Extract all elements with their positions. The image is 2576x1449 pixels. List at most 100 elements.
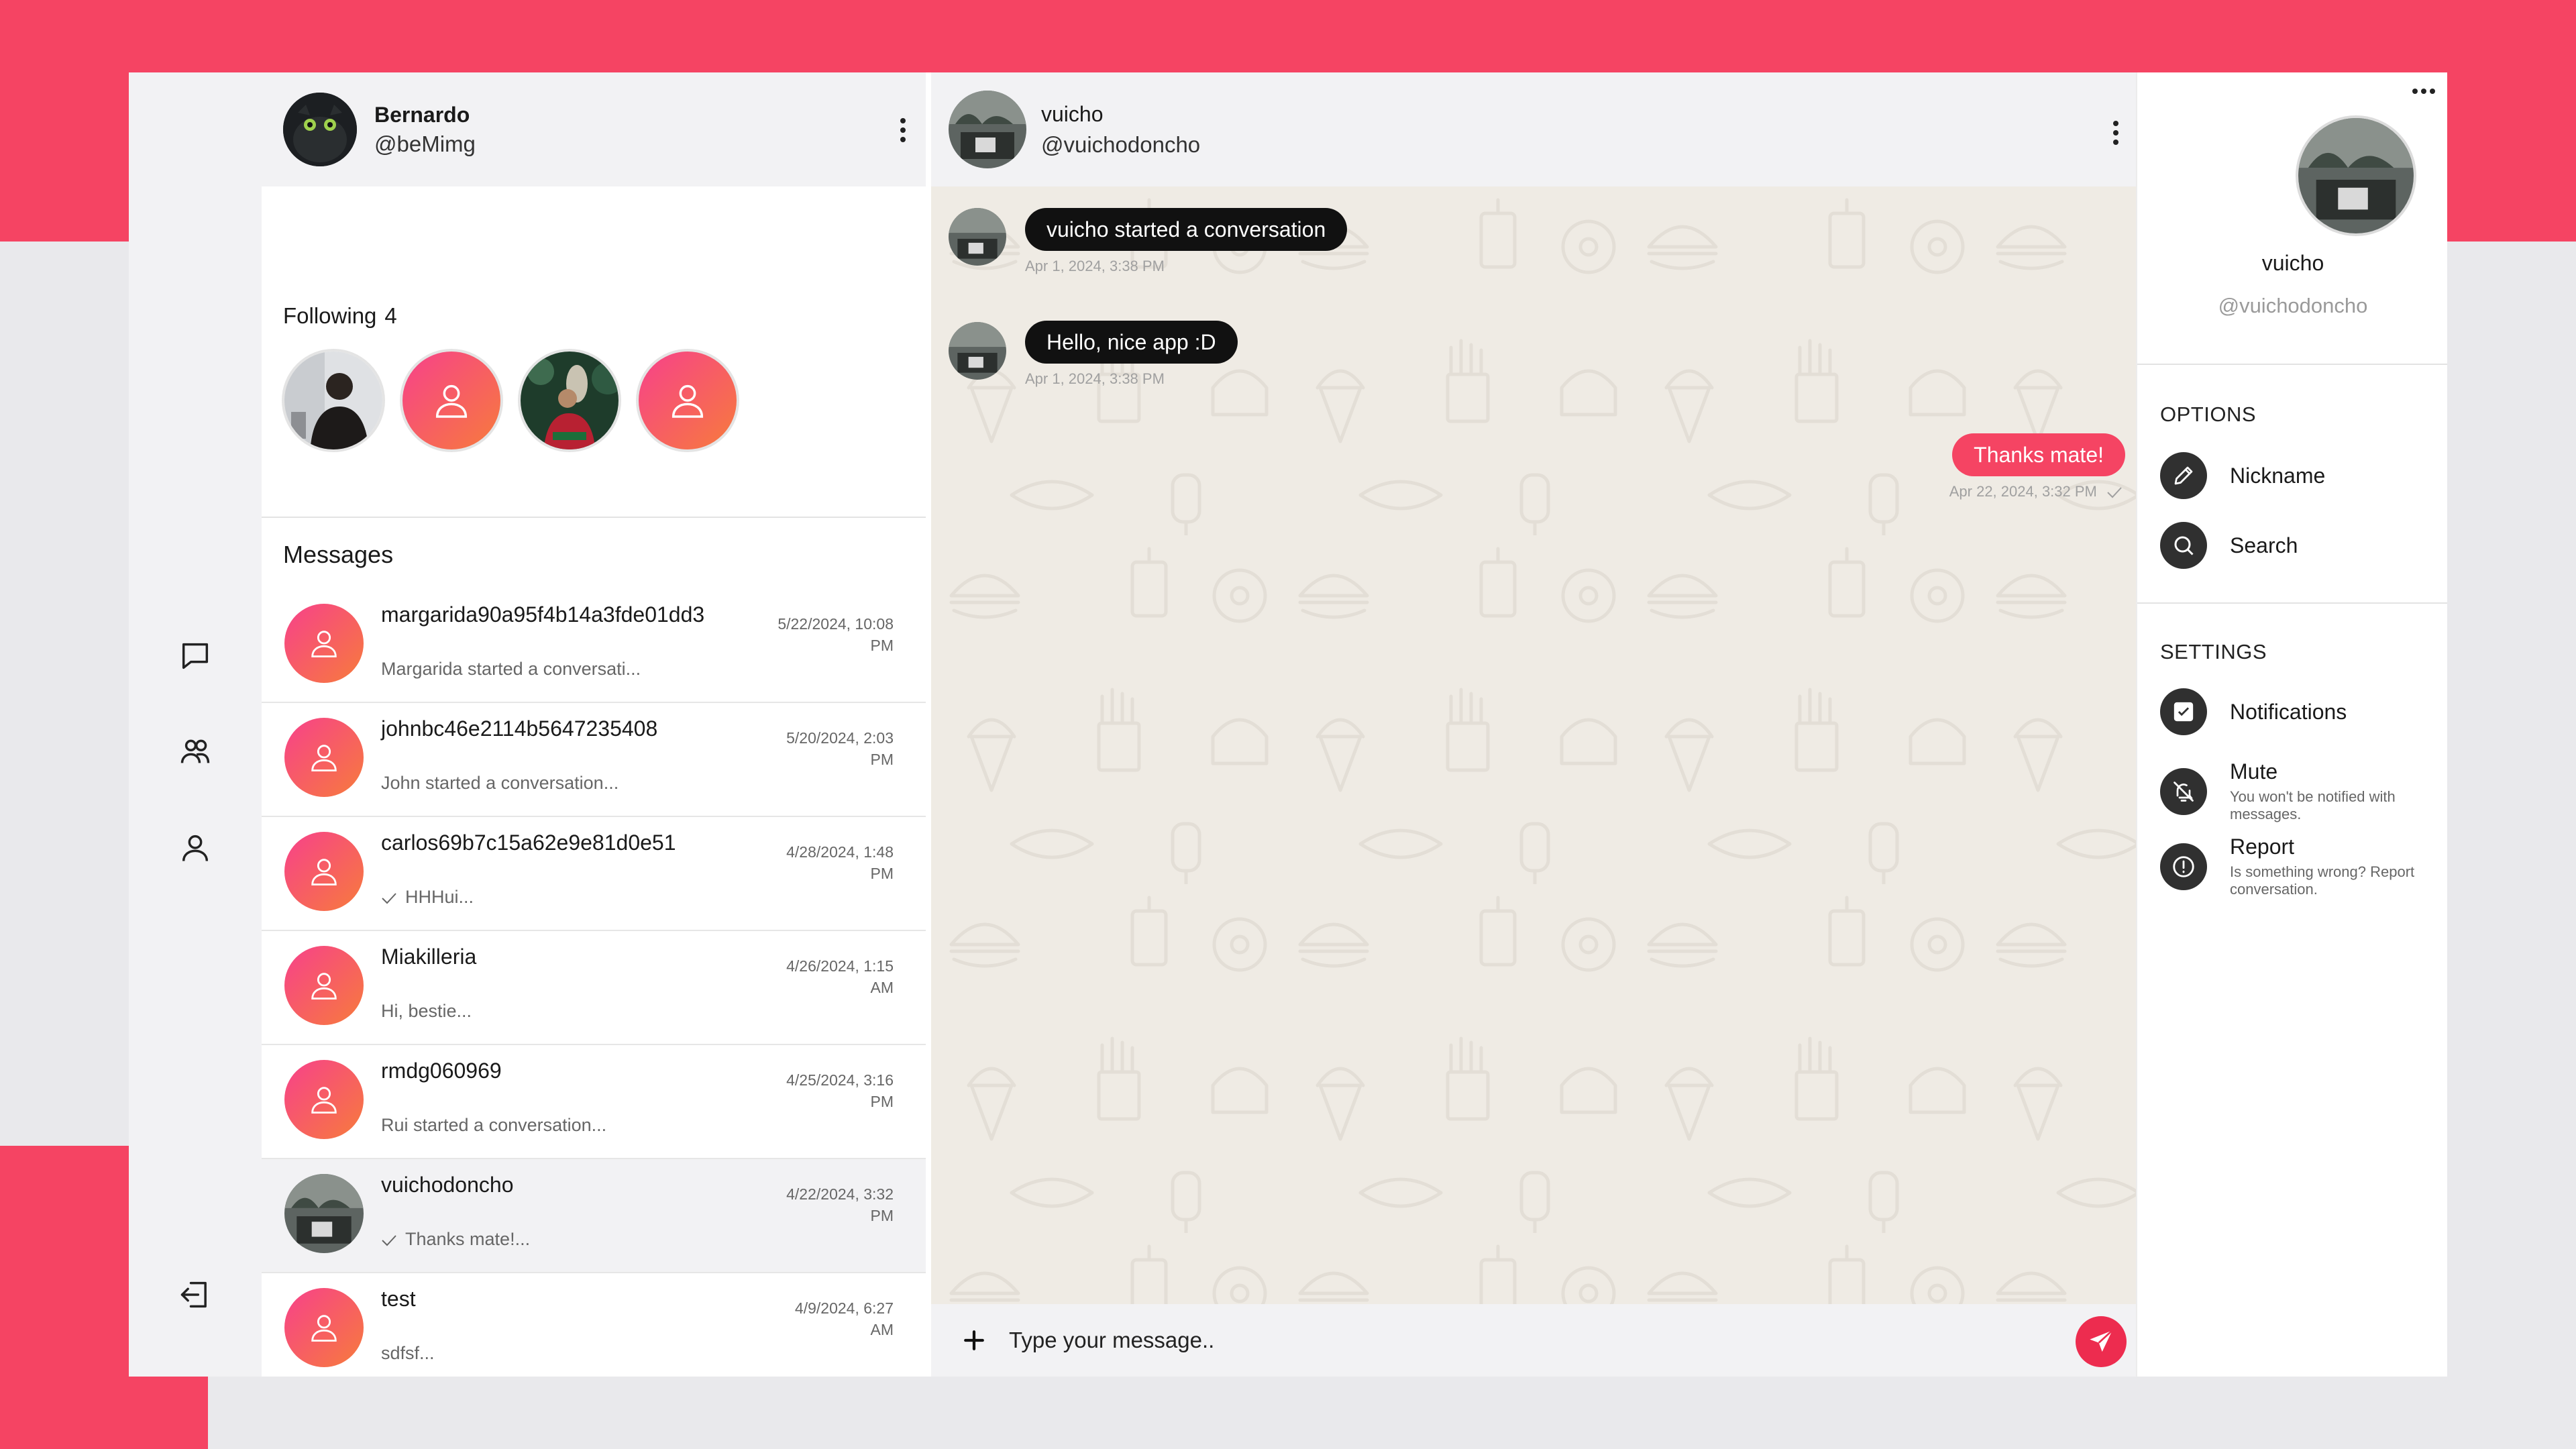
conversation-item[interactable]: test 4/9/2024, 6:27 AM sdfsf... bbox=[262, 1273, 926, 1377]
mute-label: Mute bbox=[2230, 759, 2278, 784]
alert-icon bbox=[2173, 855, 2194, 877]
nav-rail bbox=[129, 72, 262, 1377]
user-placeholder-icon bbox=[311, 745, 337, 771]
message-timestamp-outgoing: Apr 22, 2024, 3:32 PM bbox=[1949, 483, 2123, 500]
conversation-details-panel: vuicho @vuichodoncho OPTIONS Nickname Se… bbox=[2136, 72, 2447, 1377]
chat-menu-kebab-icon[interactable] bbox=[2102, 113, 2129, 153]
conversation-item[interactable]: vuichodoncho 4/22/2024, 3:32 PM Thanks mat… bbox=[262, 1159, 926, 1273]
conversation-item[interactable]: rmdg060969 4/25/2024, 3:16 PM Rui started … bbox=[262, 1045, 926, 1159]
message-input[interactable] bbox=[1009, 1315, 2015, 1366]
nav-profile-button[interactable] bbox=[166, 818, 225, 877]
conversation-avatar bbox=[284, 832, 364, 911]
mute-option[interactable]: Mute You won't be notified with messages… bbox=[2160, 759, 2447, 823]
settings-title: SETTINGS bbox=[2160, 640, 2267, 663]
contact-avatar[interactable] bbox=[949, 91, 1026, 168]
profile-icon bbox=[182, 835, 209, 861]
following-avatar[interactable] bbox=[282, 349, 385, 452]
user-placeholder-icon bbox=[311, 1315, 337, 1342]
my-name: Bernardo bbox=[374, 102, 470, 127]
user-placeholder-icon bbox=[672, 384, 704, 418]
my-avatar[interactable] bbox=[283, 93, 357, 166]
search-label: Search bbox=[2230, 533, 2298, 557]
seen-check-icon bbox=[382, 893, 396, 904]
logout-button[interactable] bbox=[166, 1265, 225, 1324]
report-label: Report bbox=[2230, 835, 2295, 859]
my-handle: @beMimg bbox=[374, 131, 476, 156]
nav-following-button[interactable] bbox=[166, 722, 225, 781]
nickname-option[interactable]: Nickname bbox=[2160, 452, 2325, 499]
details-avatar bbox=[2296, 115, 2416, 236]
conversation-name: margarida90a95f4b14a3fde01dd3 bbox=[381, 602, 705, 627]
search-option[interactable]: Search bbox=[2160, 522, 2298, 569]
following-avatar[interactable] bbox=[518, 349, 621, 452]
details-more-icon[interactable] bbox=[2412, 89, 2435, 94]
notifications-option[interactable]: Notifications bbox=[2160, 688, 2347, 735]
conversation-last-message: Margarida started a conversati... bbox=[381, 659, 641, 679]
search-icon bbox=[2174, 536, 2194, 555]
conversation-item[interactable]: margarida90a95f4b14a3fde01dd3 5/22/2024, … bbox=[262, 589, 926, 703]
report-description: Is something wrong? Report conversation. bbox=[2230, 863, 2415, 898]
following-count: 4 bbox=[384, 303, 397, 328]
user-placeholder-icon bbox=[311, 859, 337, 885]
conversation-date: 5/22/2024, 10:08 PM bbox=[777, 615, 894, 654]
user-placeholder-icon bbox=[311, 631, 337, 657]
message-composer bbox=[931, 1304, 2136, 1377]
user-placeholder-icon bbox=[311, 1087, 337, 1114]
send-button[interactable] bbox=[2076, 1316, 2127, 1367]
send-icon bbox=[2090, 1330, 2113, 1352]
message-bubble-incoming[interactable]: vuicho started a conversation bbox=[1025, 208, 1348, 251]
conversation-date: 5/20/2024, 2:03 PM bbox=[786, 729, 894, 768]
mute-description: You won't be notified with messages. bbox=[2230, 788, 2396, 822]
following-list bbox=[282, 349, 739, 452]
conversation-date: 4/22/2024, 3:32 PM bbox=[786, 1185, 894, 1224]
following-title: Following 4 bbox=[283, 303, 397, 328]
conversation-last-message: Hi, bestie... bbox=[381, 1001, 472, 1021]
nickname-label: Nickname bbox=[2230, 463, 2326, 488]
checkbox-icon bbox=[2174, 702, 2194, 722]
conversation-avatar bbox=[284, 1288, 364, 1367]
plus-icon bbox=[964, 1330, 984, 1350]
conversation-name: rmdg060969 bbox=[381, 1059, 502, 1083]
conversation-last-message: sdfsf... bbox=[381, 1343, 435, 1363]
divider bbox=[2137, 364, 2447, 365]
conversation-name: johnbc46e2114b5647235408 bbox=[381, 716, 658, 741]
conversation-name: carlos69b7c15a62e9e81d0e51 bbox=[381, 830, 676, 855]
conversation-date: 4/25/2024, 3:16 PM bbox=[786, 1071, 894, 1110]
divider bbox=[2137, 602, 2447, 604]
conversation-item[interactable]: carlos69b7c15a62e9e81d0e51 4/28/2024, 1:4… bbox=[262, 817, 926, 931]
conversation-date: 4/28/2024, 1:48 PM bbox=[786, 843, 894, 882]
sent-check-icon bbox=[2107, 487, 2122, 498]
details-handle: @vuichodoncho bbox=[2218, 294, 2368, 317]
my-profile-header: Bernardo @beMimg bbox=[262, 72, 926, 186]
details-name: vuicho bbox=[2261, 251, 2324, 275]
conversation-item[interactable]: Miakilleria 4/26/2024, 1:15 AM Hi, bestie.… bbox=[262, 931, 926, 1045]
following-section: Following 4 bbox=[262, 186, 926, 518]
conversation-item[interactable]: johnbc46e2114b5647235408 5/20/2024, 2:03 … bbox=[262, 703, 926, 817]
sidebar-menu-kebab-icon[interactable] bbox=[890, 110, 916, 150]
chat-panel: vuicho @vuichodoncho vuicho started a co… bbox=[931, 72, 2136, 1377]
chat-header: vuicho @vuichodoncho bbox=[931, 72, 2136, 186]
conversation-avatar bbox=[284, 1060, 364, 1139]
following-avatar-placeholder[interactable] bbox=[400, 349, 503, 452]
app-window: Bernardo @beMimg Following 4 Messages ma… bbox=[129, 72, 2447, 1377]
pencil-icon bbox=[2174, 466, 2193, 485]
conversation-name: vuichodoncho bbox=[381, 1173, 514, 1197]
conversations-sidebar: Bernardo @beMimg Following 4 Messages ma… bbox=[262, 72, 926, 1377]
message-bubble-incoming[interactable]: Hello, nice app :D bbox=[1025, 321, 1238, 364]
message-timestamp: Apr 1, 2024, 3:38 PM bbox=[1025, 370, 1165, 387]
conversation-avatar bbox=[284, 1174, 364, 1253]
user-placeholder-icon bbox=[435, 384, 468, 418]
conversation-list: margarida90a95f4b14a3fde01dd3 5/22/2024, … bbox=[262, 589, 926, 1377]
following-avatar-placeholder[interactable] bbox=[636, 349, 739, 452]
conversation-name: test bbox=[381, 1287, 416, 1311]
seen-check-icon bbox=[382, 1235, 396, 1246]
conversation-last-message: Rui started a conversation... bbox=[381, 1115, 607, 1135]
message-avatar bbox=[949, 208, 1006, 266]
nav-chats-button[interactable] bbox=[166, 627, 225, 686]
message-bubble-outgoing[interactable]: Thanks mate! bbox=[1952, 433, 2125, 476]
conversation-last-message: John started a conversation... bbox=[381, 773, 619, 793]
report-option[interactable]: Report Is something wrong? Report conver… bbox=[2160, 835, 2447, 898]
user-placeholder-icon bbox=[311, 973, 337, 1000]
attach-button[interactable] bbox=[957, 1323, 991, 1358]
messages-title: Messages bbox=[283, 541, 394, 568]
